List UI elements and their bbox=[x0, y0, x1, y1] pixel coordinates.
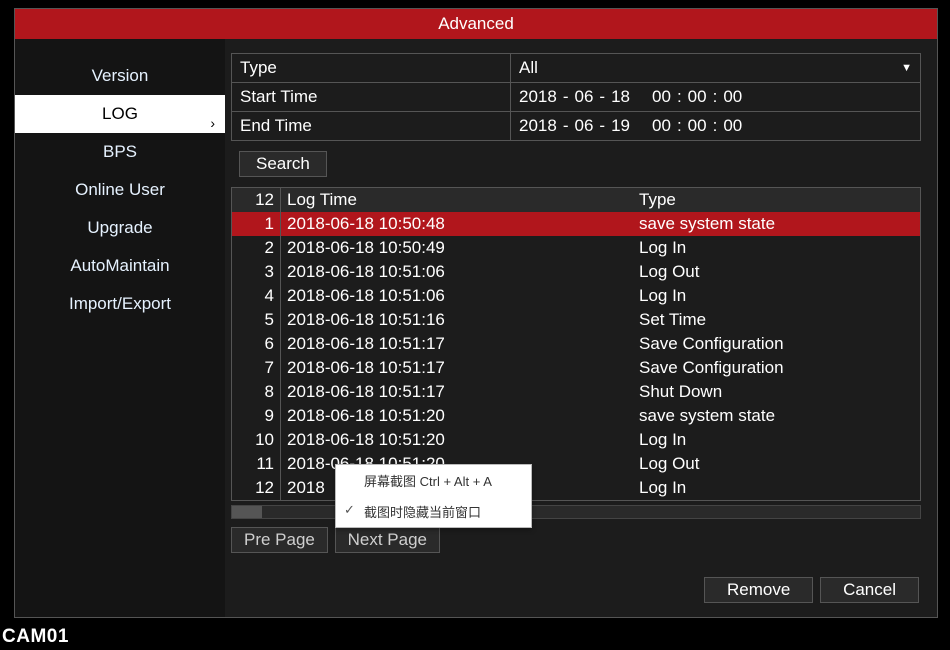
log-row-index: 10 bbox=[232, 428, 281, 452]
log-time-header: Log Time bbox=[281, 188, 634, 212]
log-row-type: save system state bbox=[633, 212, 920, 236]
camera-label: CAM01 bbox=[2, 626, 69, 648]
log-table: 12 Log Time Type 12018-06-18 10:50:48sav… bbox=[232, 188, 920, 500]
log-row-type: Log In bbox=[633, 284, 920, 308]
log-row-index: 12 bbox=[232, 476, 281, 500]
log-row-index: 6 bbox=[232, 332, 281, 356]
log-row-type: Shut Down bbox=[633, 380, 920, 404]
pre-page-button[interactable]: Pre Page bbox=[231, 527, 328, 553]
filter-table: Type All ▼ Start Time 2018 - 0 bbox=[231, 53, 921, 141]
log-row-index: 7 bbox=[232, 356, 281, 380]
type-select[interactable]: All ▼ bbox=[511, 54, 921, 83]
type-label: Type bbox=[232, 54, 511, 83]
log-row-type: save system state bbox=[633, 404, 920, 428]
sidebar-item-label: AutoMaintain bbox=[70, 256, 169, 275]
next-page-button[interactable]: Next Page bbox=[335, 527, 440, 553]
log-row[interactable]: 102018-06-18 10:51:20Log In bbox=[232, 428, 920, 452]
log-row-time: 2018-06-18 10:51:20 bbox=[281, 428, 634, 452]
log-row[interactable]: 22018-06-18 10:50:49Log In bbox=[232, 236, 920, 260]
log-row-time: 2018-06-18 10:51:17 bbox=[281, 356, 634, 380]
log-row-time: 2018-06-18 10:51:17 bbox=[281, 332, 634, 356]
sidebar-item-upgrade[interactable]: Upgrade bbox=[15, 209, 225, 247]
log-count-header: 12 bbox=[232, 188, 281, 212]
window-title: Advanced bbox=[15, 9, 937, 39]
pagination: Pre Page Next Page bbox=[231, 527, 921, 553]
log-row-time: 2018-06-18 10:50:49 bbox=[281, 236, 634, 260]
search-button[interactable]: Search bbox=[239, 151, 327, 177]
log-row[interactable]: 32018-06-18 10:51:06Log Out bbox=[232, 260, 920, 284]
cancel-button[interactable]: Cancel bbox=[820, 577, 919, 603]
log-table-wrap: 12 Log Time Type 12018-06-18 10:50:48sav… bbox=[231, 187, 921, 501]
popup-screenshot-shortcut[interactable]: 屏幕截图 Ctrl + Alt + A bbox=[336, 465, 531, 496]
log-row[interactable]: 12018-06-18 10:50:48save system state bbox=[232, 212, 920, 236]
scrollbar-thumb[interactable] bbox=[232, 506, 262, 518]
sidebar-item-automaintain[interactable]: AutoMaintain bbox=[15, 247, 225, 285]
dropdown-caret-icon: ▼ bbox=[901, 62, 912, 74]
log-row-type: Log In bbox=[633, 476, 920, 500]
log-row-time: 2018-06-18 10:50:48 bbox=[281, 212, 634, 236]
log-row-type: Log In bbox=[633, 428, 920, 452]
log-row[interactable]: 92018-06-18 10:51:20save system state bbox=[232, 404, 920, 428]
end-time-value[interactable]: 2018 - 06 - 19 00 : 00 : 00 bbox=[511, 112, 921, 141]
log-row-time: 2018-06-18 10:51:16 bbox=[281, 308, 634, 332]
log-row[interactable]: 82018-06-18 10:51:17Shut Down bbox=[232, 380, 920, 404]
log-header-row: 12 Log Time Type bbox=[232, 188, 920, 212]
remove-button[interactable]: Remove bbox=[704, 577, 813, 603]
log-row[interactable]: 62018-06-18 10:51:17Save Configuration bbox=[232, 332, 920, 356]
log-row[interactable]: 42018-06-18 10:51:06Log In bbox=[232, 284, 920, 308]
log-row-time: 2018-06-18 10:51:06 bbox=[281, 260, 634, 284]
context-menu-popup[interactable]: 屏幕截图 Ctrl + Alt + A ✓ 截图时隐藏当前窗口 bbox=[335, 464, 532, 528]
check-icon: ✓ bbox=[344, 502, 355, 518]
log-type-header: Type bbox=[633, 188, 920, 212]
start-time-value[interactable]: 2018 - 06 - 18 00 : 00 : 00 bbox=[511, 83, 921, 112]
log-row-type: Save Configuration bbox=[633, 356, 920, 380]
log-row-index: 8 bbox=[232, 380, 281, 404]
sidebar-item-online-user[interactable]: Online User bbox=[15, 171, 225, 209]
log-row-type: Save Configuration bbox=[633, 332, 920, 356]
log-row-index: 4 bbox=[232, 284, 281, 308]
sidebar-item-label: Version bbox=[92, 66, 149, 85]
window-content: Version LOG› BPS Online User Upgrade AutoMain… bbox=[15, 39, 937, 617]
sidebar-item-import-export[interactable]: Import/Export bbox=[15, 285, 225, 323]
log-row-time: 2018-06-18 10:51:06 bbox=[281, 284, 634, 308]
log-row-type: Log In bbox=[633, 236, 920, 260]
sidebar-item-bps[interactable]: BPS bbox=[15, 133, 225, 171]
sidebar-item-label: Import/Export bbox=[69, 294, 171, 313]
sidebar-item-label: Online User bbox=[75, 180, 165, 199]
log-row-index: 9 bbox=[232, 404, 281, 428]
log-row-index: 1 bbox=[232, 212, 281, 236]
log-row-time: 2018-06-18 10:51:17 bbox=[281, 380, 634, 404]
sidebar-item-log[interactable]: LOG› bbox=[15, 95, 225, 133]
sidebar-item-label: BPS bbox=[103, 142, 137, 161]
sidebar: Version LOG› BPS Online User Upgrade AutoMain… bbox=[15, 39, 225, 617]
log-row-type: Log Out bbox=[633, 452, 920, 476]
footer-buttons: Remove Cancel bbox=[704, 577, 921, 603]
end-time-label: End Time bbox=[232, 112, 511, 141]
log-row-index: 11 bbox=[232, 452, 281, 476]
log-row-index: 2 bbox=[232, 236, 281, 260]
log-row-index: 5 bbox=[232, 308, 281, 332]
type-value: All bbox=[519, 58, 538, 78]
sidebar-item-label: Upgrade bbox=[87, 218, 152, 237]
log-row-type: Log Out bbox=[633, 260, 920, 284]
log-row[interactable]: 72018-06-18 10:51:17Save Configuration bbox=[232, 356, 920, 380]
log-row-index: 3 bbox=[232, 260, 281, 284]
main-panel: Type All ▼ Start Time 2018 - 0 bbox=[225, 39, 937, 617]
start-time-label: Start Time bbox=[232, 83, 511, 112]
log-row[interactable]: 52018-06-18 10:51:16Set Time bbox=[232, 308, 920, 332]
popup-hide-window-option[interactable]: ✓ 截图时隐藏当前窗口 bbox=[336, 496, 531, 527]
sidebar-item-label: LOG bbox=[102, 104, 138, 123]
sidebar-item-version[interactable]: Version bbox=[15, 57, 225, 95]
log-row-type: Set Time bbox=[633, 308, 920, 332]
log-row-time: 2018-06-18 10:51:20 bbox=[281, 404, 634, 428]
